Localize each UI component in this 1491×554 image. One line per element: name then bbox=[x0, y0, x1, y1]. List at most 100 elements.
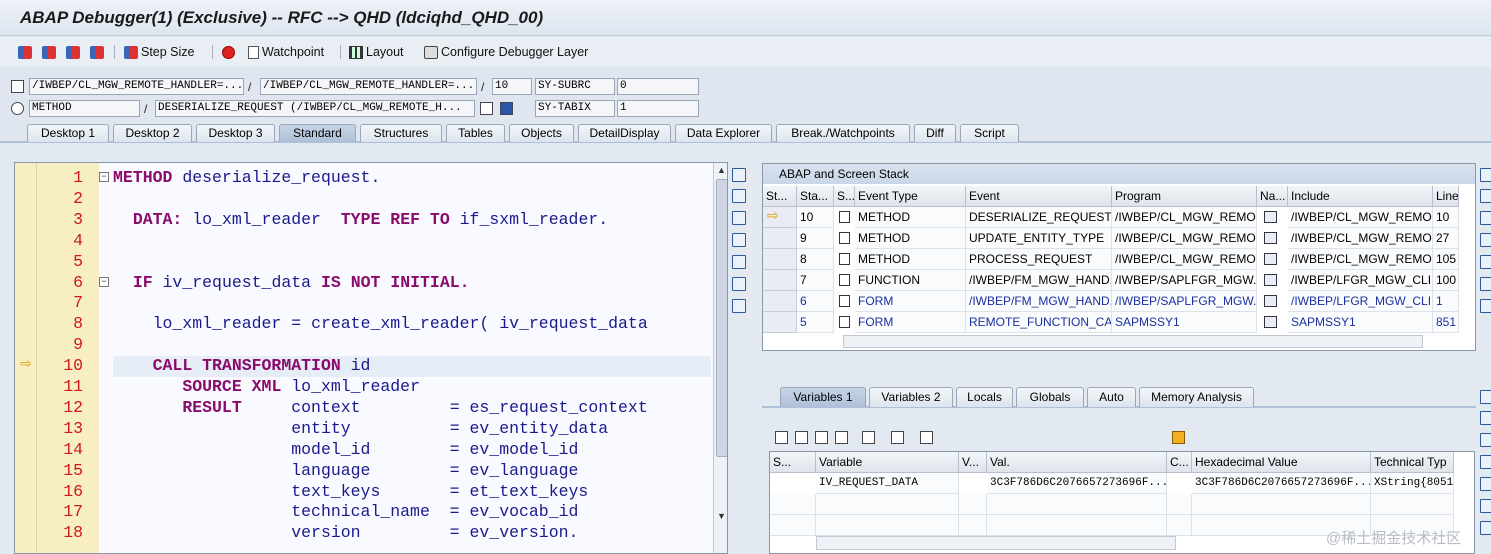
stack-col-4[interactable]: Event bbox=[966, 186, 1112, 207]
stack-row-selector[interactable]: ⇨ bbox=[763, 207, 797, 228]
replace-tool-icon[interactable] bbox=[732, 211, 746, 225]
vartab-auto[interactable]: Auto bbox=[1087, 387, 1136, 407]
stack-swap-icon[interactable] bbox=[1480, 255, 1491, 269]
stack-col-5[interactable]: Program bbox=[1112, 186, 1257, 207]
var-cell-val[interactable]: 3C3F786D6C2076657273696F... bbox=[987, 473, 1167, 494]
stack-close-icon[interactable] bbox=[1480, 168, 1491, 182]
var-swap-icon[interactable] bbox=[1480, 477, 1491, 491]
navigate-source-icon[interactable] bbox=[1264, 232, 1277, 244]
table-view-icon[interactable] bbox=[815, 431, 828, 444]
sytabix-value[interactable]: 1 bbox=[617, 100, 699, 117]
var-empty-cell[interactable] bbox=[987, 515, 1167, 536]
stop-button[interactable] bbox=[222, 43, 238, 61]
stack-col-0[interactable]: St... bbox=[763, 186, 797, 207]
navigate-source-icon[interactable] bbox=[1264, 211, 1277, 223]
var-cell-name[interactable]: IV_REQUEST_DATA bbox=[816, 473, 959, 494]
continue-icon[interactable] bbox=[90, 43, 107, 61]
tab-detaildisplay[interactable]: DetailDisplay bbox=[578, 124, 671, 142]
navigate-source-icon[interactable] bbox=[1264, 295, 1277, 307]
tab-break-watchpoints[interactable]: Break./Watchpoints bbox=[776, 124, 910, 142]
stack-row-selector[interactable] bbox=[763, 270, 797, 291]
stack-row-selector[interactable] bbox=[763, 228, 797, 249]
layout-button[interactable]: Layout bbox=[349, 43, 404, 61]
var-empty-cell[interactable] bbox=[816, 494, 959, 515]
stack-row-selector[interactable] bbox=[763, 249, 797, 270]
close-icon[interactable] bbox=[732, 168, 746, 182]
return-icon[interactable] bbox=[66, 43, 83, 61]
var-col-5[interactable]: Hexadecimal Value bbox=[1192, 452, 1371, 473]
var-col-4[interactable]: C... bbox=[1167, 452, 1192, 473]
watchpoint-button[interactable]: Watchpoint bbox=[248, 43, 324, 61]
tab-desktop-1[interactable]: Desktop 1 bbox=[27, 124, 109, 142]
navigate-source-icon[interactable] bbox=[1264, 253, 1277, 265]
stack-replace-icon[interactable] bbox=[1480, 211, 1491, 225]
settings-icon[interactable] bbox=[732, 299, 746, 313]
stack-col-8[interactable]: Line bbox=[1433, 186, 1459, 207]
stack-col-6[interactable]: Na... bbox=[1257, 186, 1288, 207]
execute-icon[interactable] bbox=[42, 43, 59, 61]
var-replace-icon[interactable] bbox=[1480, 433, 1491, 447]
var-empty-cell[interactable] bbox=[1167, 494, 1192, 515]
include-field[interactable]: /IWBEP/CL_MGW_REMOTE_HANDLER=... bbox=[260, 78, 477, 95]
stack-col-7[interactable]: Include bbox=[1288, 186, 1433, 207]
table-export-icon[interactable] bbox=[835, 431, 848, 444]
step-size-button[interactable]: Step Size bbox=[124, 43, 195, 61]
vartab-locals[interactable]: Locals bbox=[956, 387, 1013, 407]
configure-layer-button[interactable]: Configure Debugger Layer bbox=[424, 43, 588, 61]
var-close-icon[interactable] bbox=[1480, 390, 1491, 404]
tab-standard[interactable]: Standard bbox=[279, 124, 356, 142]
var-col-1[interactable]: Variable bbox=[816, 452, 959, 473]
tab-tables[interactable]: Tables bbox=[446, 124, 505, 142]
var-empty-cell[interactable] bbox=[1167, 515, 1192, 536]
var-col-3[interactable]: Val. bbox=[987, 452, 1167, 473]
stack-new-tool-icon[interactable] bbox=[1480, 189, 1491, 203]
scroll-down-icon[interactable]: ▼ bbox=[717, 511, 726, 521]
tab-desktop-3[interactable]: Desktop 3 bbox=[196, 124, 275, 142]
var-hscrollbar[interactable] bbox=[816, 536, 1176, 550]
save-icon[interactable] bbox=[1172, 431, 1185, 444]
tab-script[interactable]: Script bbox=[960, 124, 1019, 142]
tab-data-explorer[interactable]: Data Explorer bbox=[675, 124, 772, 142]
delete-icon[interactable] bbox=[775, 431, 788, 444]
stack-row-selector[interactable] bbox=[763, 312, 797, 333]
table-icon[interactable] bbox=[480, 102, 493, 115]
tab-structures[interactable]: Structures bbox=[360, 124, 442, 142]
stack-col-1[interactable]: Sta... bbox=[797, 186, 834, 207]
var-empty-cell[interactable] bbox=[1371, 494, 1454, 515]
stack-col-2[interactable]: S... bbox=[834, 186, 855, 207]
source-code-editor[interactable]: 1 METHOD deserialize_request. −2 3 DATA: lo… bbox=[14, 162, 728, 554]
line-field[interactable]: 10 bbox=[492, 78, 532, 95]
var-col-0[interactable]: S... bbox=[770, 452, 816, 473]
stack-row-selector[interactable] bbox=[763, 291, 797, 312]
var-settings-icon[interactable] bbox=[1480, 521, 1491, 535]
var-empty-cell[interactable] bbox=[987, 494, 1167, 515]
event-field[interactable]: DESERIALIZE_REQUEST (/IWBEP/CL_MGW_REMOT… bbox=[155, 100, 475, 117]
navigate-icon[interactable] bbox=[891, 431, 904, 444]
scroll-thumb[interactable] bbox=[716, 179, 727, 457]
collapse-icon[interactable]: − bbox=[99, 172, 109, 182]
vartab-variables-2[interactable]: Variables 2 bbox=[869, 387, 953, 407]
details-icon[interactable] bbox=[795, 431, 808, 444]
editor-scrollbar[interactable]: ▲ ▼ bbox=[713, 163, 727, 553]
var-col-6[interactable]: Technical Typ bbox=[1371, 452, 1454, 473]
var-empty-cell[interactable] bbox=[770, 494, 816, 515]
single-step-icon[interactable] bbox=[18, 43, 35, 61]
hierarchy-icon[interactable] bbox=[862, 431, 875, 444]
var-empty-cell[interactable] bbox=[959, 515, 987, 536]
info-icon[interactable] bbox=[500, 102, 513, 115]
var-empty-cell[interactable] bbox=[770, 515, 816, 536]
var-empty-cell[interactable] bbox=[816, 515, 959, 536]
vartab-variables-1[interactable]: Variables 1 bbox=[780, 387, 866, 407]
scroll-up-icon[interactable]: ▲ bbox=[717, 165, 726, 175]
navigate-source-icon[interactable] bbox=[1264, 274, 1277, 286]
navigate-source-icon[interactable] bbox=[1264, 316, 1277, 328]
var-empty-cell[interactable] bbox=[1192, 494, 1371, 515]
copy-icon[interactable] bbox=[920, 431, 933, 444]
stack-hscrollbar[interactable] bbox=[843, 335, 1423, 348]
vartab-globals[interactable]: Globals bbox=[1016, 387, 1084, 407]
var-service-icon[interactable] bbox=[1480, 499, 1491, 513]
stack-settings-icon[interactable] bbox=[1480, 299, 1491, 313]
maximize-icon[interactable] bbox=[732, 233, 746, 247]
sysubrc-value[interactable]: 0 bbox=[617, 78, 699, 95]
var-maximize-icon[interactable] bbox=[1480, 455, 1491, 469]
